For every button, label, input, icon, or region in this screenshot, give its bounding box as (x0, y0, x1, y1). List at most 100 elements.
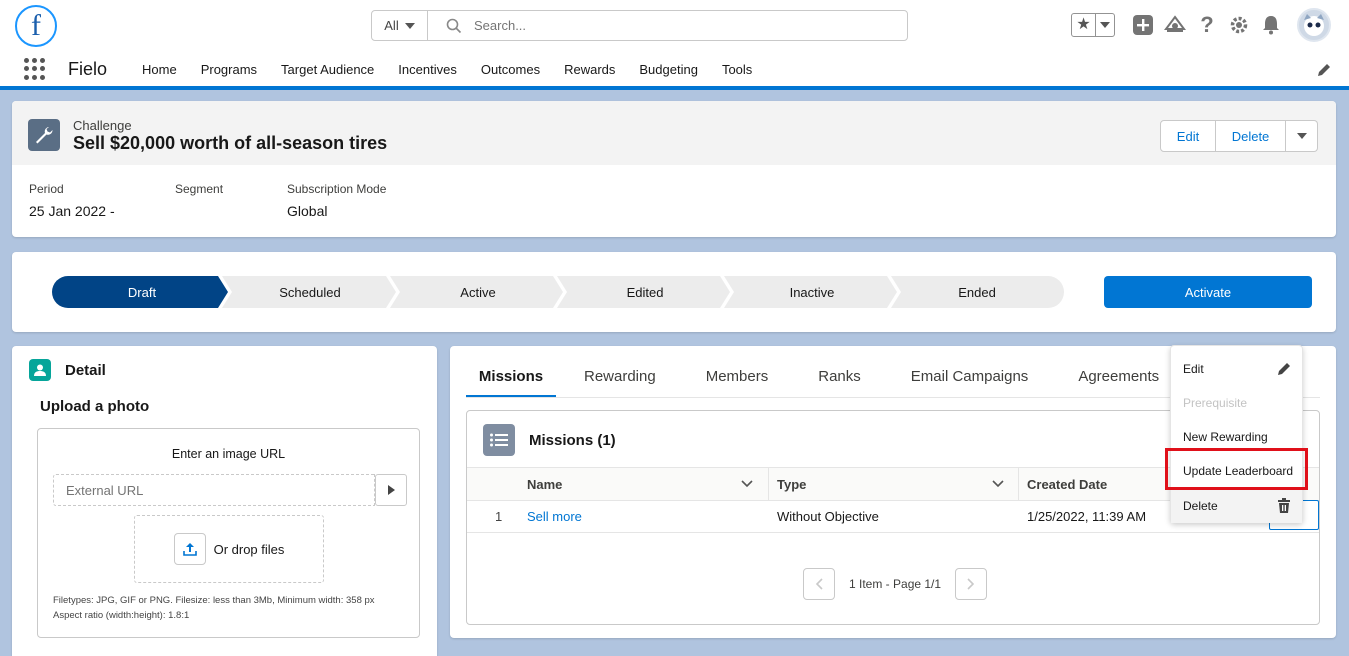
upload-hint-line1: Filetypes: JPG, GIF or PNG. Filesize: le… (53, 595, 375, 606)
app-launcher-icon[interactable] (24, 58, 46, 80)
logo-letter: f (31, 9, 41, 42)
path-step-scheduled[interactable]: Scheduled (232, 276, 388, 308)
field-label: Subscription Mode (287, 182, 387, 196)
chevron-down-icon (404, 22, 415, 29)
tab-agreements[interactable]: Agreements (1076, 368, 1161, 398)
next-page-button[interactable] (955, 568, 988, 600)
nav-item-target-audience[interactable]: Target Audience (269, 62, 386, 77)
column-header-created-date[interactable]: Created Date (1027, 477, 1107, 492)
nav-item-rewards[interactable]: Rewards (552, 62, 627, 77)
search-input[interactable] (474, 18, 874, 33)
tab-missions[interactable]: Missions (466, 368, 556, 398)
edit-nav-pencil-icon[interactable] (1316, 62, 1332, 81)
menu-item-edit[interactable]: Edit (1183, 362, 1204, 376)
search-scope-select[interactable]: All (372, 11, 428, 40)
field-label: Segment (175, 182, 224, 196)
tab-rewarding[interactable]: Rewarding (582, 368, 658, 398)
activate-button[interactable]: Activate (1104, 276, 1312, 308)
star-icon: ★ (1072, 14, 1096, 36)
trailhead-icon[interactable] (1159, 9, 1191, 41)
nav-item-outcomes[interactable]: Outcomes (469, 62, 552, 77)
record-title: Sell $20,000 worth of all-season tires (73, 133, 388, 153)
play-icon (388, 485, 395, 495)
notifications-bell-icon[interactable] (1255, 9, 1287, 41)
chevron-down-icon (1296, 133, 1307, 139)
record-highlights: Challenge Sell $20,000 worth of all-seas… (12, 101, 1336, 237)
favorites-dropdown-icon[interactable] (1096, 22, 1114, 28)
help-icon[interactable]: ? (1191, 9, 1223, 41)
app-name: Fielo (68, 59, 108, 79)
path-card: Draft Scheduled Active Edited Inactive E… (12, 252, 1336, 332)
favorites-button[interactable]: ★ (1071, 13, 1115, 37)
menu-item-delete[interactable]: Delete (1183, 499, 1218, 513)
tab-email-campaigns[interactable]: Email Campaigns (909, 368, 1031, 398)
path-step-ended[interactable]: Ended (901, 276, 1053, 308)
column-divider (768, 468, 769, 500)
upload-photo-title: Upload a photo (40, 398, 150, 415)
column-divider (1018, 468, 1019, 500)
field-subscription-mode: Subscription Mode Global (287, 182, 386, 219)
tab-ranks[interactable]: Ranks (816, 368, 863, 398)
pagination: 1 Item - Page 1/1 (803, 568, 988, 600)
fielo-logo[interactable]: f (15, 5, 57, 47)
record-header: Challenge Sell $20,000 worth of all-seas… (12, 101, 1336, 165)
nav-item-programs[interactable]: Programs (189, 62, 269, 77)
upload-box: Enter an image URL External URL Or drop … (37, 428, 420, 638)
delete-button[interactable]: Delete (1216, 120, 1286, 152)
more-actions-button[interactable] (1286, 120, 1318, 152)
path-step-active[interactable]: Active (400, 276, 556, 308)
related-tabs: Missions Rewarding Members Ranks Email C… (466, 368, 1161, 398)
mission-created-date: 1/25/2022, 11:39 AM (1027, 509, 1147, 524)
nav-item-incentives[interactable]: Incentives (386, 62, 469, 77)
trash-icon (1278, 498, 1290, 513)
header-utility-icons: ★ ? (1071, 8, 1331, 42)
tab-members[interactable]: Members (704, 368, 771, 398)
missions-list-title: Missions (1) (529, 432, 616, 449)
person-icon (29, 359, 51, 381)
global-search[interactable]: All (371, 10, 908, 41)
upload-icon[interactable] (173, 533, 206, 565)
brand-bar (0, 86, 1349, 90)
chevron-down-icon[interactable] (992, 480, 1004, 488)
field-value: Global (287, 203, 328, 219)
search-icon (446, 18, 462, 33)
path-step-draft[interactable]: Draft (62, 276, 222, 308)
nav-item-home[interactable]: Home (130, 62, 189, 77)
upload-hint-line2: Aspect ratio (width:height): 1.8:1 (53, 610, 190, 621)
nav-item-tools[interactable]: Tools (710, 62, 764, 77)
external-url-input[interactable]: External URL (53, 474, 375, 506)
path-step-inactive[interactable]: Inactive (734, 276, 890, 308)
image-url-label: Enter an image URL (171, 447, 286, 461)
object-type-label: Challenge (73, 118, 132, 133)
drop-files-label: Or drop files (213, 541, 285, 557)
field-label: Period (29, 182, 64, 196)
menu-item-new-rewarding[interactable]: New Rewarding (1183, 430, 1268, 444)
row-number: 1 (495, 509, 503, 524)
field-segment: Segment (175, 182, 223, 203)
pager-text: 1 Item - Page 1/1 (849, 577, 942, 591)
list-icon (483, 424, 515, 456)
detail-title: Detail (65, 362, 106, 379)
column-header-name[interactable]: Name (527, 477, 562, 492)
wrench-icon (28, 119, 60, 151)
path-step-edited[interactable]: Edited (567, 276, 723, 308)
previous-page-button[interactable] (803, 568, 835, 600)
pencil-icon (1278, 363, 1290, 375)
mission-name-link[interactable]: Sell more (527, 509, 582, 524)
add-icon[interactable] (1127, 9, 1159, 41)
chevron-right-icon (967, 578, 975, 590)
user-avatar[interactable] (1297, 8, 1331, 42)
edit-button[interactable]: Edit (1160, 120, 1216, 152)
setup-gear-icon[interactable] (1223, 9, 1255, 41)
app-navigation: Home Programs Target Audience Incentives Out… (130, 62, 764, 77)
field-period: Period 25 Jan 2022 - (29, 182, 115, 219)
row-actions-menu: Edit Prerequisite New Rewarding Update L… (1170, 345, 1303, 523)
field-value: 25 Jan 2022 - (29, 203, 115, 219)
global-header: f All ★ ? Fielo HomeProgr (0, 0, 1349, 88)
nav-item-budgeting[interactable]: Budgeting (627, 62, 710, 77)
column-header-type[interactable]: Type (777, 477, 806, 492)
url-submit-button[interactable] (375, 474, 407, 506)
chevron-down-icon[interactable] (741, 480, 753, 488)
search-scope-value: All (384, 18, 399, 33)
drop-files-zone[interactable]: Or drop files (134, 515, 324, 583)
